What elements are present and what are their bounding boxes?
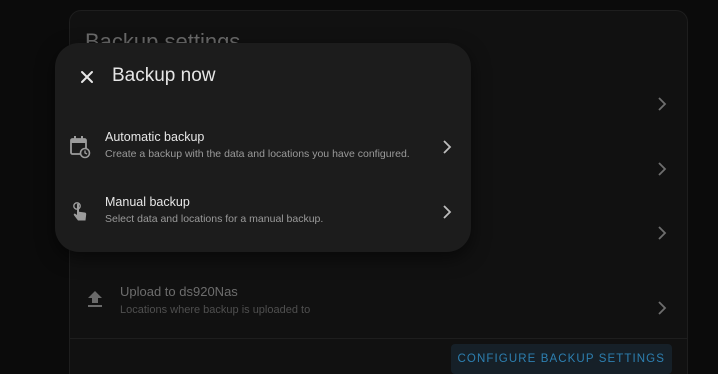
chevron-right-icon bbox=[443, 205, 452, 219]
configure-backup-settings-button[interactable]: CONFIGURE BACKUP SETTINGS bbox=[450, 344, 672, 374]
option-subtitle: Create a backup with the data and locati… bbox=[105, 148, 410, 160]
calendar-sync-icon bbox=[70, 136, 91, 159]
upload-location-row[interactable]: Upload to ds920Nas Locations where backu… bbox=[70, 276, 687, 340]
backup-now-dialog: Backup now Automatic backup Create a bac… bbox=[55, 43, 471, 252]
viewport: Backup settings Upload to ds920Nas Locat… bbox=[0, 0, 718, 374]
manual-backup-option[interactable]: Manual backup Select data and locations … bbox=[55, 186, 471, 244]
chevron-right-icon[interactable] bbox=[657, 162, 667, 176]
close-icon[interactable] bbox=[75, 65, 99, 89]
dialog-title: Backup now bbox=[112, 65, 216, 86]
automatic-backup-option[interactable]: Automatic backup Create a backup with th… bbox=[55, 121, 471, 179]
upload-icon bbox=[88, 291, 102, 307]
upload-location-title: Upload to ds920Nas bbox=[120, 284, 238, 299]
chevron-right-icon bbox=[658, 301, 667, 315]
upload-location-subtitle: Locations where backup is uploaded to bbox=[120, 304, 311, 316]
chevron-right-icon[interactable] bbox=[657, 97, 667, 111]
option-title: Automatic backup bbox=[105, 130, 205, 144]
chevron-right-icon[interactable] bbox=[657, 226, 667, 240]
chevron-right-icon bbox=[443, 140, 452, 154]
gesture-tap-icon bbox=[73, 202, 87, 221]
option-title: Manual backup bbox=[105, 195, 190, 209]
card-divider bbox=[70, 338, 687, 339]
option-subtitle: Select data and locations for a manual b… bbox=[105, 213, 324, 225]
